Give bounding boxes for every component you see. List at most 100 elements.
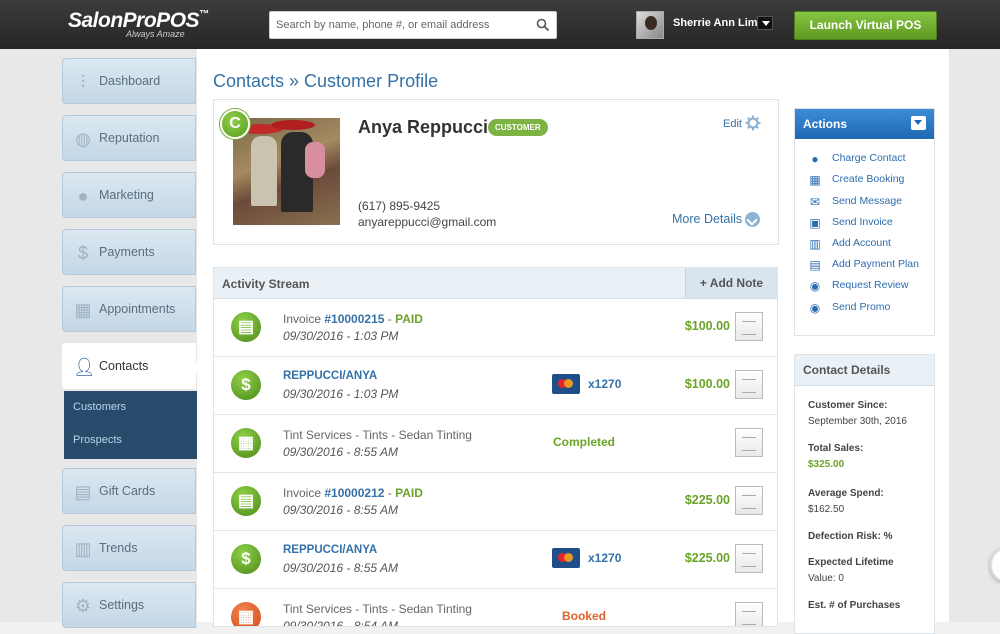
actions-title: Actions [803, 117, 848, 131]
activity-row: ▤ Invoice #10000215 - PAID 09/30/2016 - … [214, 299, 777, 357]
contact-name: Anya Reppucci [358, 117, 489, 137]
search-icon[interactable] [536, 18, 550, 32]
sidebar-item-label: Gift Cards [99, 484, 156, 498]
customer-since-label: Customer Since: [808, 400, 888, 411]
activity-title: Invoice #10000212 - PAID [283, 486, 423, 500]
total-sales: Total Sales: $325.00 [808, 441, 928, 473]
invoice-icon: ▤ [231, 486, 261, 516]
receipt-icon[interactable] [735, 602, 763, 626]
receipt-icon[interactable] [735, 370, 763, 399]
average-spend-label: Average Spend: [808, 488, 884, 499]
invoice-link[interactable]: #10000212 [324, 486, 384, 500]
gear-icon[interactable] [745, 115, 761, 131]
user-menu-dropdown-icon[interactable] [757, 16, 773, 30]
total-sales-value: $325.00 [808, 459, 845, 470]
calendar-icon: ▦ [74, 300, 92, 320]
activity-row: ▤ Invoice #10000212 - PAID 09/30/2016 - … [214, 473, 777, 531]
receipt-icon[interactable] [735, 312, 763, 341]
invoice-prefix: Invoice [283, 312, 325, 326]
sidebar-item-label: Contacts [99, 359, 149, 373]
sliders-icon: ⫶ [80, 72, 86, 92]
activity-row: $ REPPUCCI/ANYA 09/30/2016 - 8:55 AM x12… [214, 531, 777, 589]
action-label: Send Invoice [832, 216, 893, 228]
user-name[interactable]: Sherrie Ann Lim [673, 17, 758, 29]
activity-stream-header: Activity Stream + Add Note [214, 268, 777, 299]
sidebar-item-marketing[interactable]: ● Marketing [62, 172, 196, 218]
mastercard-icon [552, 548, 580, 568]
action-label: Add Payment Plan [832, 258, 919, 270]
person-icon: 👤︎ [73, 357, 96, 377]
invoice-link[interactable]: #10000215 [324, 312, 384, 326]
search-input[interactable] [269, 11, 557, 39]
activity-date: 09/30/2016 - 1:03 PM [283, 387, 399, 401]
chat-bubble-icon: ● [77, 186, 89, 206]
sidebar-item-appointments[interactable]: ▦ Appointments [62, 286, 196, 332]
activity-date: 09/30/2016 - 1:03 PM [283, 329, 399, 343]
more-details-link[interactable]: More Details [672, 212, 742, 226]
booking-status: Booked [561, 609, 606, 623]
total-sales-label: Total Sales: [808, 443, 864, 454]
estimated-purchases: Est. # of Purchases [808, 598, 928, 614]
dollar-icon: $ [231, 544, 261, 574]
action-label: Request Review [832, 279, 909, 291]
contact-email: anyareppucci@gmail.com [358, 215, 497, 229]
right-gutter [949, 49, 1000, 622]
dollar-icon: $ [77, 243, 88, 263]
action-label: Send Promo [832, 301, 891, 313]
activity-stream: Activity Stream + Add Note ▤ Invoice #10… [213, 267, 778, 627]
sidebar-item-settings[interactable]: ⚙ Settings [62, 582, 196, 628]
sidebar-item-reputation[interactable]: ◍ Reputation [62, 115, 196, 161]
sidebar-item-label: Marketing [99, 188, 154, 202]
user-avatar[interactable] [636, 11, 664, 39]
activity-row: ▦ Tint Services - Tints - Sedan Tinting … [214, 589, 777, 626]
contacts-subnav: Customers Prospects [64, 391, 197, 459]
bar-chart-icon: ▥ [74, 539, 92, 559]
customer-tag: CUSTOMER [488, 119, 548, 136]
activity-row: $ REPPUCCI/ANYA 09/30/2016 - 1:03 PM x12… [214, 357, 777, 415]
subnav-item-prospects[interactable]: Prospects [73, 434, 122, 446]
expected-lifetime-value: Expected Lifetime Value: 0 [808, 555, 928, 587]
defection-risk-label: Defection Risk: % [808, 531, 893, 542]
paid-status: PAID [395, 486, 423, 500]
action-label: Add Account [832, 237, 891, 249]
sidebar-item-label: Trends [99, 541, 138, 555]
add-note-button[interactable]: + Add Note [685, 268, 777, 298]
profile-photo [233, 118, 340, 225]
activity-date: 09/30/2016 - 8:55 AM [283, 503, 398, 517]
sidebar-item-gift-cards[interactable]: ▤ Gift Cards [62, 468, 196, 514]
sidebar-item-payments[interactable]: $ Payments [62, 229, 196, 275]
expected-lifetime-value: Value: 0 [808, 573, 844, 584]
activity-amount: $225.00 [684, 493, 730, 507]
estimated-purchases-label: Est. # of Purchases [808, 600, 901, 611]
receipt-icon[interactable] [735, 544, 763, 573]
contact-details-panel: Contact Details Customer Since: September… [794, 354, 935, 634]
action-label: Send Message [832, 195, 903, 207]
action-label: Charge Contact [832, 152, 906, 164]
sidebar-item-dashboard[interactable]: ⫶ Dashboard [62, 58, 196, 104]
sidebar-item-label: Settings [99, 598, 145, 612]
subnav-item-customers[interactable]: Customers [73, 401, 126, 413]
card-number: x1270 [588, 551, 622, 565]
payment-payer[interactable]: REPPUCCI/ANYA [283, 544, 377, 556]
activity-amount: $100.00 [684, 377, 730, 391]
sidebar-item-trends[interactable]: ▥ Trends [62, 525, 196, 571]
dollar-circle-icon: ● [811, 152, 819, 166]
chevron-down-icon[interactable] [911, 116, 926, 130]
payment-payer[interactable]: REPPUCCI/ANYA [283, 370, 377, 382]
activity-amount: $225.00 [684, 551, 730, 565]
customer-since-value: September 30th, 2016 [808, 416, 907, 427]
chevron-down-icon[interactable] [745, 212, 760, 227]
activity-stream-title: Activity Stream [222, 277, 310, 291]
invoice-separator: - [384, 312, 396, 326]
calendar-icon: ▦ [231, 428, 261, 458]
calendar-icon: ▦ [809, 173, 821, 187]
launch-virtual-pos-button[interactable]: Launch Virtual POS [794, 11, 937, 40]
receipt-icon[interactable] [735, 428, 763, 457]
edit-link[interactable]: Edit [723, 118, 742, 130]
gear-icon: ⚙ [74, 596, 92, 616]
logo-tagline: Always Amaze [126, 29, 185, 39]
activity-date: 09/30/2016 - 8:55 AM [283, 561, 398, 575]
activity-date: 09/30/2016 - 8:55 AM [283, 445, 398, 459]
sidebar-item-contacts[interactable]: 👤︎ Contacts [62, 343, 202, 389]
receipt-icon[interactable] [735, 486, 763, 515]
